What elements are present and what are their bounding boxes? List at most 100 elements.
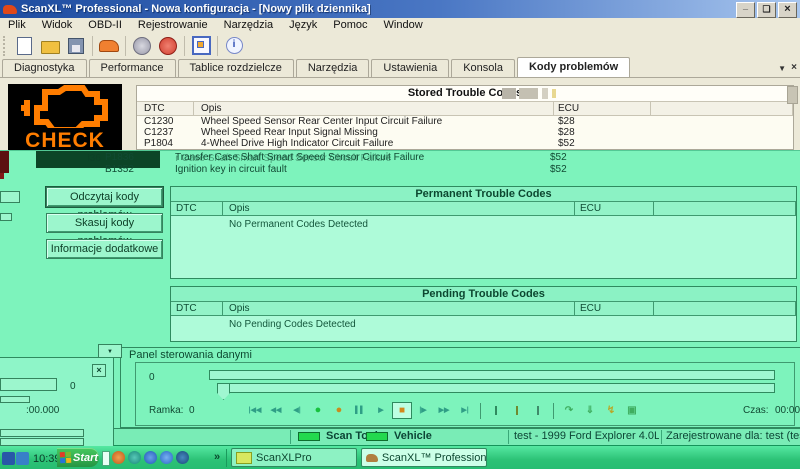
tab-kody-problemow[interactable]: Kody problemów bbox=[517, 57, 630, 77]
new-file-icon bbox=[17, 37, 32, 55]
glitch-artifact bbox=[519, 88, 538, 99]
stop-icon[interactable]: ■ bbox=[392, 402, 412, 419]
dashboard-layout-icon bbox=[192, 36, 211, 55]
start-button[interactable]: Start bbox=[57, 448, 99, 467]
menu-item-obd2[interactable]: OBD-II bbox=[80, 18, 130, 33]
open-file-button[interactable] bbox=[37, 35, 63, 57]
skip-to-end-icon[interactable]: ▶| bbox=[455, 402, 475, 419]
pause-icon[interactable]: ▌▌ bbox=[350, 402, 370, 419]
taskbar-button-scanxl[interactable]: ScanXL™ Professional... bbox=[361, 448, 487, 467]
record-icon[interactable]: ● bbox=[308, 402, 328, 419]
quick-launch-icon[interactable] bbox=[176, 451, 189, 464]
clear-codes-button[interactable]: Skasuj kody problemów bbox=[46, 213, 163, 233]
ghost-fragment bbox=[0, 396, 30, 403]
column-opis[interactable]: Opis bbox=[194, 102, 554, 115]
chevron-icon[interactable]: » bbox=[214, 451, 220, 463]
tab-tablice-rozdzielcze[interactable]: Tablice rozdzielcze bbox=[178, 59, 294, 77]
disconnect-button[interactable] bbox=[155, 35, 181, 57]
quick-launch-icon[interactable] bbox=[160, 451, 173, 464]
menu-item-plik[interactable]: Plik bbox=[0, 18, 34, 33]
tab-close-icon[interactable] bbox=[791, 62, 797, 73]
quick-launch-icon[interactable] bbox=[144, 451, 157, 464]
control-panel-title: Panel sterowania danymi bbox=[129, 349, 252, 361]
table-row[interactable]: P1804 4-Wheel Drive High Indicator Circu… bbox=[137, 138, 793, 149]
table-row[interactable]: P1836 Transfer Case Shaft Smart Speed Se… bbox=[88, 152, 796, 164]
undo-icon[interactable]: ↷ bbox=[559, 402, 579, 419]
skip-to-start-icon[interactable]: |◀◀ bbox=[245, 402, 265, 419]
mark-icon[interactable]: ● bbox=[329, 402, 349, 419]
menu-item-window[interactable]: Window bbox=[376, 18, 431, 33]
close-icon[interactable] bbox=[778, 2, 797, 18]
menu-item-rejestrowanie[interactable]: Rejestrowanie bbox=[130, 18, 216, 33]
ghost-time: :00.000 bbox=[26, 405, 59, 416]
column-dtc[interactable]: DTC bbox=[171, 202, 223, 215]
ghost-close-icon[interactable] bbox=[92, 364, 106, 377]
cell-opis: 4-Wheel Drive High Indicator Circuit Fai… bbox=[194, 138, 554, 149]
open-log-button[interactable] bbox=[507, 402, 527, 419]
quick-launch-icon[interactable] bbox=[112, 451, 125, 464]
minimize-icon[interactable] bbox=[736, 2, 755, 18]
restore-icon[interactable] bbox=[757, 2, 776, 18]
column-ecu[interactable]: ECU bbox=[575, 302, 654, 315]
menu-bar: Plik Widok OBD-II Rejestrowanie Narzędzi… bbox=[0, 18, 800, 33]
slider-value: 0 bbox=[149, 372, 155, 383]
vehicle-button[interactable] bbox=[96, 35, 122, 57]
column-dtc[interactable]: DTC bbox=[137, 102, 194, 115]
additional-info-button[interactable]: Informacje dodatkowe bbox=[46, 239, 163, 259]
layout-button[interactable] bbox=[188, 35, 214, 57]
column-dtc[interactable]: DTC bbox=[171, 302, 223, 315]
check-engine-panel: CHECK bbox=[8, 84, 122, 150]
range-slider-track[interactable] bbox=[223, 383, 775, 393]
position-slider-track[interactable] bbox=[209, 370, 775, 380]
tab-bar: Diagnostyka Performance Tablice rozdziel… bbox=[0, 58, 800, 78]
check-engine-icon bbox=[15, 84, 115, 128]
stored-table-header: DTC Opis ECU bbox=[137, 101, 793, 116]
step-forward-icon[interactable]: |▶ bbox=[413, 402, 433, 419]
quick-launch-icon[interactable] bbox=[128, 451, 141, 464]
play-icon[interactable]: ▶ bbox=[371, 402, 391, 419]
connect-button[interactable] bbox=[129, 35, 155, 57]
column-opis[interactable]: Opis bbox=[223, 302, 575, 315]
menu-item-widok[interactable]: Widok bbox=[34, 18, 81, 33]
car-icon bbox=[99, 40, 119, 52]
tray-icon[interactable] bbox=[2, 452, 15, 465]
new-log-button[interactable] bbox=[486, 402, 506, 419]
menu-item-narzedzia[interactable]: Narzędzia bbox=[216, 18, 282, 33]
tab-narzedzia[interactable]: Narzędzia bbox=[296, 59, 370, 77]
save-file-button[interactable] bbox=[63, 35, 89, 57]
table-row[interactable]: B1352 Ignition key in circuit fault $52 bbox=[88, 164, 796, 176]
tab-performance[interactable]: Performance bbox=[89, 59, 176, 77]
tray-icon[interactable] bbox=[16, 452, 29, 465]
stored-trouble-codes-panel: Stored Trouble Codes DTC Opis ECU C1230 … bbox=[136, 85, 794, 150]
new-file-button[interactable] bbox=[11, 35, 37, 57]
stored-table-remnant: P1836 Transfer Case Shaft Smart Speed Se… bbox=[88, 152, 796, 176]
flash-icon[interactable]: ↯ bbox=[601, 402, 621, 419]
fast-forward-icon[interactable]: ▶▶ bbox=[434, 402, 454, 419]
taskbar-button-scanxlpro[interactable]: ScanXLPro bbox=[231, 448, 357, 467]
monitor-icon[interactable]: ▣ bbox=[622, 402, 642, 419]
screen: ScanXL™ Professional - Nowa konfiguracja… bbox=[0, 0, 800, 469]
table-row[interactable]: C1237 Wheel Speed Rear Input Signal Miss… bbox=[137, 127, 793, 138]
step-back-icon[interactable]: ◀| bbox=[287, 402, 307, 419]
tab-konsola[interactable]: Konsola bbox=[451, 59, 515, 77]
tab-diagnostyka[interactable]: Diagnostyka bbox=[2, 59, 87, 77]
pending-trouble-codes-panel: Pending Trouble Codes DTC Opis ECU No Pe… bbox=[170, 286, 797, 342]
tab-ustawienia[interactable]: Ustawienia bbox=[371, 59, 449, 77]
info-button[interactable] bbox=[221, 35, 247, 57]
column-opis[interactable]: Opis bbox=[223, 202, 575, 215]
menu-item-pomoc[interactable]: Pomoc bbox=[325, 18, 375, 33]
tab-scroll-down-icon[interactable] bbox=[778, 64, 786, 73]
rewind-icon[interactable]: ◀◀ bbox=[266, 402, 286, 419]
scrollbar-fragment[interactable] bbox=[787, 86, 798, 104]
menu-item-jezyk[interactable]: Język bbox=[281, 18, 325, 33]
column-ecu[interactable]: ECU bbox=[554, 102, 651, 115]
download-icon[interactable]: ⇓ bbox=[580, 402, 600, 419]
app-icon bbox=[3, 5, 17, 14]
quick-launch-icon[interactable] bbox=[102, 451, 110, 466]
save-log-button[interactable] bbox=[528, 402, 548, 419]
connector-icon bbox=[133, 37, 151, 55]
column-ecu[interactable]: ECU bbox=[575, 202, 654, 215]
table-row[interactable]: C1230 Wheel Speed Sensor Rear Center Inp… bbox=[137, 116, 793, 127]
glitch-artifact bbox=[0, 173, 4, 179]
read-codes-button[interactable]: Odczytaj kody problemów bbox=[46, 187, 163, 207]
